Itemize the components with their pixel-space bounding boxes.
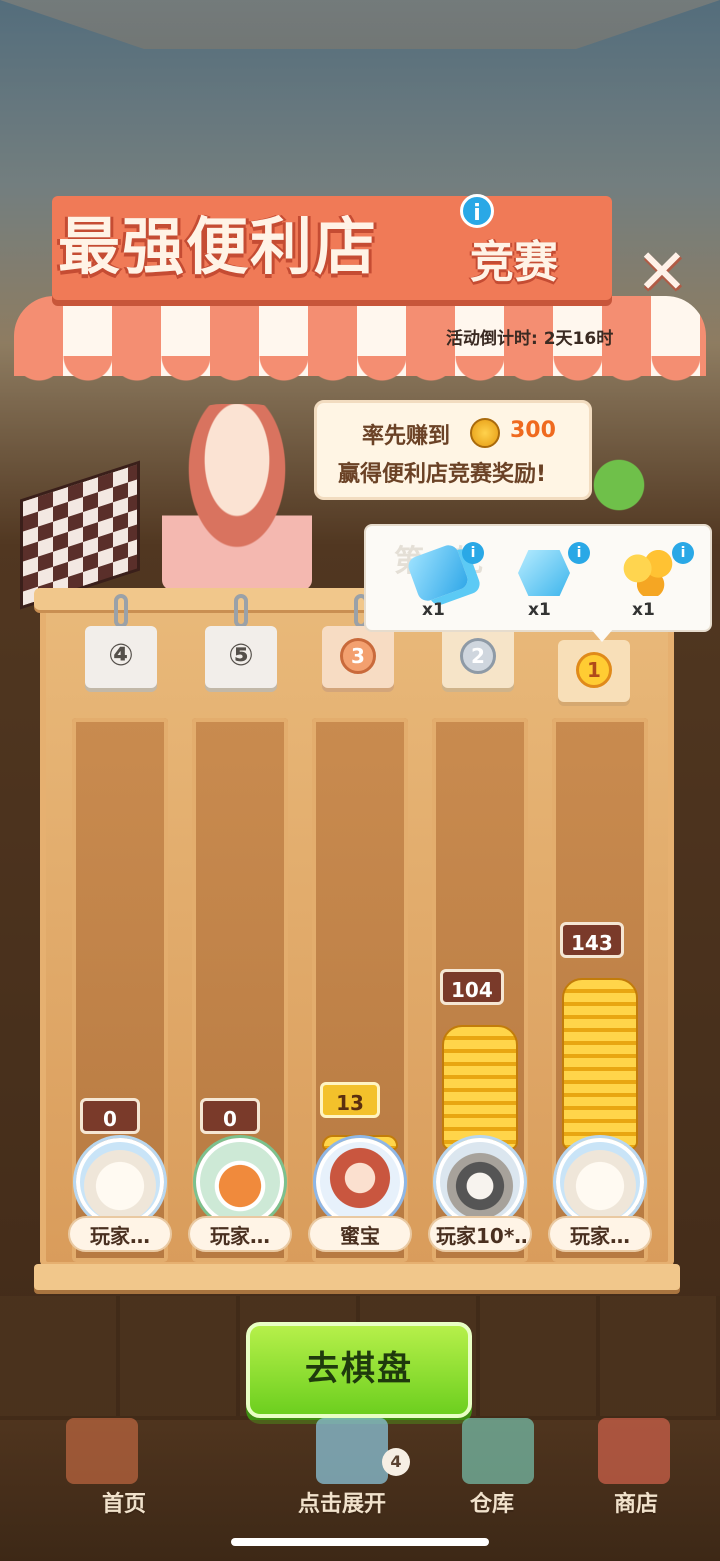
home-indicator <box>231 1538 489 1546</box>
alpaca-avatar[interactable] <box>76 1138 164 1226</box>
player-name: 玩家… <box>188 1216 292 1252</box>
coin-stack <box>562 978 638 1150</box>
reward-quantity: x1 <box>528 600 551 620</box>
player-score: 143 <box>560 922 624 958</box>
rewards-pointer <box>590 628 614 642</box>
gem-icon <box>518 550 570 596</box>
bronze-medal-icon: 3 <box>340 638 376 674</box>
raccoon-avatar[interactable] <box>436 1138 524 1226</box>
player-name: 玩家… <box>548 1216 652 1252</box>
silver-medal-icon: 2 <box>460 638 496 674</box>
town-icon <box>66 1418 138 1484</box>
nav-warehouse[interactable]: 仓库 <box>470 1486 514 1518</box>
player-score-self: 13 <box>320 1082 380 1118</box>
board-base <box>34 1264 680 1290</box>
crate-icon <box>316 1418 388 1484</box>
goal-text-prefix: 率先赚到 <box>362 424 451 449</box>
event-info-icon[interactable]: i <box>460 194 494 228</box>
reward-item[interactable]: i x1 <box>498 534 590 624</box>
tag-hook <box>114 594 128 628</box>
player-score: 0 <box>200 1098 260 1134</box>
rank-tag-5: ⑤ <box>205 626 277 688</box>
player-name: 玩家10*… <box>428 1216 532 1252</box>
rank-tag-1: 1 <box>558 640 630 702</box>
tag-hook <box>234 594 248 628</box>
reward-item[interactable]: i x1 <box>602 534 694 624</box>
gold-medal-icon: 1 <box>576 652 612 688</box>
reward-info-icon[interactable]: i <box>672 542 694 564</box>
girl-avatar[interactable] <box>316 1138 404 1226</box>
warehouse-icon <box>462 1418 534 1484</box>
player-score: 104 <box>440 969 504 1005</box>
rank-number: ④ <box>108 638 134 673</box>
goal-target: 300 <box>510 418 556 443</box>
event-title: 最强便利店 <box>58 210 379 283</box>
plant-decoration <box>584 450 654 520</box>
nav-expand[interactable]: 点击展开 <box>298 1486 386 1518</box>
paw-coins-icon <box>622 550 674 596</box>
event-subtitle: 竞赛 <box>470 237 558 288</box>
goal-text-reward: 赢得便利店竞赛奖励! <box>338 462 547 487</box>
close-button[interactable]: ✕ <box>630 240 694 304</box>
player-name: 玩家… <box>68 1216 172 1252</box>
rank-tag-2: 2 <box>442 626 514 688</box>
shop-icon <box>598 1418 670 1484</box>
paw-coin-icon <box>470 418 500 448</box>
player-score: 0 <box>80 1098 140 1134</box>
rank-tag-3: 3 <box>322 626 394 688</box>
diamonds-icon <box>405 542 471 604</box>
reward-item[interactable]: i x1 <box>392 534 484 624</box>
reward-quantity: x1 <box>632 600 655 620</box>
coin-stack <box>442 1025 518 1150</box>
reward-quantity: x1 <box>422 600 445 620</box>
alpaca-avatar[interactable] <box>556 1138 644 1226</box>
shopkeeper-character <box>162 404 312 590</box>
event-countdown: 活动倒计时: 2天16时 <box>446 329 614 349</box>
reward-info-icon[interactable]: i <box>462 542 484 564</box>
reward-info-icon[interactable]: i <box>568 542 590 564</box>
rank-number: ⑤ <box>228 638 254 673</box>
nav-home[interactable]: 首页 <box>102 1486 146 1518</box>
fox-avatar[interactable] <box>196 1138 284 1226</box>
nav-expand-badge: 4 <box>382 1448 410 1476</box>
nav-shop[interactable]: 商店 <box>614 1486 658 1518</box>
rank-tag-4: ④ <box>85 626 157 688</box>
goto-board-button[interactable]: 去棋盘 <box>246 1322 472 1418</box>
player-name-self: 蜜宝 <box>308 1216 412 1252</box>
awning-scallop <box>14 356 706 386</box>
